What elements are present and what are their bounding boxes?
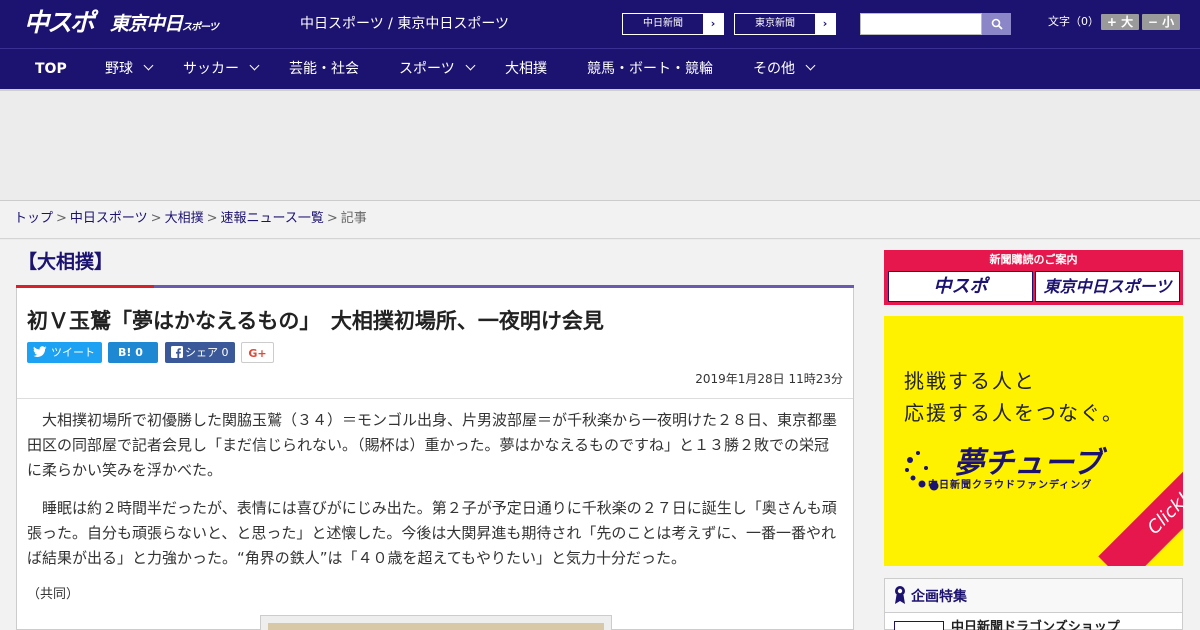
breadcrumb-separator: > <box>150 211 162 226</box>
facebook-icon <box>171 346 183 358</box>
chunichi-shimbun-link[interactable]: 中日新聞 › <box>622 13 724 35</box>
article-date: 2019年1月28日 11時23分 <box>695 372 843 386</box>
banner-click-ribbon: Click! <box>1098 443 1183 566</box>
article-body: 初Ｖ玉鷲「夢はかなえるもの」 大相撲初場所、一夜明け会見 ツイート B! 0 シ… <box>16 288 854 630</box>
article-photo[interactable] <box>260 615 612 630</box>
nav-label: その他 <box>753 61 795 77</box>
breadcrumb-separator: > <box>206 211 218 226</box>
chevron-down-icon <box>249 60 260 71</box>
nav-label: 芸能・社会 <box>289 61 359 77</box>
ad-space <box>0 91 1200 201</box>
tweet-button[interactable]: ツイート <box>27 342 102 363</box>
breadcrumb: トップ > 中日スポーツ > 大相撲 > 速報ニュース一覧 > 記事 <box>0 201 1200 239</box>
tokyo-chunichi-logo[interactable]: 東京中日スポーツ <box>110 10 219 38</box>
breadcrumb-separator: > <box>56 211 67 226</box>
banner-line: 応援する人をつなぐ。 <box>904 401 1124 425</box>
article-credit: （共同） <box>27 587 80 602</box>
chunichi-sports-logo[interactable]: 中スポ <box>24 8 100 38</box>
breadcrumb-link[interactable]: 大相撲 <box>165 211 204 226</box>
nav-label: 野球 <box>105 61 133 77</box>
chevron-right-icon: › <box>703 14 723 34</box>
nav-label: サッカー <box>183 61 239 77</box>
breadcrumb-separator: > <box>326 211 338 226</box>
banner-brand: 夢チューブ <box>954 446 1103 481</box>
nav-item-sports[interactable]: スポーツ <box>399 49 476 89</box>
tokyo-logo-small: スポーツ <box>182 22 219 33</box>
chevron-right-icon: › <box>815 14 835 34</box>
feature-item-link[interactable]: 中日新聞ドラゴンズショップ <box>951 620 1120 630</box>
banner-line: 挑戦する人と <box>904 369 1036 393</box>
nav-item-sumo[interactable]: 大相撲 <box>505 49 547 89</box>
search-button[interactable] <box>982 13 1011 35</box>
breadcrumb-link[interactable]: 中日スポーツ <box>70 211 148 226</box>
subscribe-tokyo-chunichi-button[interactable]: 東京中日スポーツ <box>1035 271 1180 302</box>
chevron-down-icon <box>143 60 154 71</box>
article-title: 初Ｖ玉鷲「夢はかなえるもの」 大相撲初場所、一夜明け会見 <box>27 309 604 333</box>
font-larger-button[interactable]: + 大 <box>1101 14 1139 30</box>
tweet-label: ツイート <box>51 346 95 359</box>
chevron-down-icon <box>805 60 816 71</box>
gplus-label: G+ <box>248 347 267 360</box>
yume-tube-banner[interactable]: 挑戦する人と 応援する人をつなぐ。 夢チューブ 中日新聞クラウドファンディング … <box>884 316 1183 566</box>
search-input[interactable] <box>860 13 982 35</box>
site-header: 中スポ 東京中日スポーツ 中日スポーツ / 東京中日スポーツ 中日新聞 › 東京… <box>0 0 1200 48</box>
feature-thumbnail[interactable] <box>894 621 944 630</box>
site-label: 中日スポーツ / 東京中日スポーツ <box>300 16 510 32</box>
features-box: 企画特集 中日新聞ドラゴンズショップ <box>884 578 1183 630</box>
banner-subtitle: 中日新聞クラウドファンディング <box>928 480 1093 491</box>
nav-item-entertainment[interactable]: 芸能・社会 <box>289 49 359 89</box>
nav-label: TOP <box>35 61 67 77</box>
nav-item-baseball[interactable]: 野球 <box>105 49 154 89</box>
paper-link-label: 中日新聞 <box>643 18 683 29</box>
nav-item-others[interactable]: その他 <box>753 49 816 89</box>
google-plus-button[interactable]: G+ <box>241 342 274 363</box>
article-paragraph: 大相撲初場所で初優勝した関脇玉鷲（３４）＝モンゴル出身、片男波部屋＝が千秋楽から… <box>27 411 838 479</box>
hatena-label: B! 0 <box>118 346 143 359</box>
nav-item-soccer[interactable]: サッカー <box>183 49 260 89</box>
main-nav: TOP 野球 サッカー 芸能・社会 スポーツ 大相撲 競馬・ボート・競輪 その他 <box>0 48 1200 89</box>
nav-label: 競馬・ボート・競輪 <box>587 61 713 77</box>
breadcrumb-link[interactable]: 速報ニュース一覧 <box>221 211 324 226</box>
chevron-down-icon <box>465 60 476 71</box>
divider <box>17 398 853 399</box>
subscription-box: 新聞購読のご案内 中スポ 東京中日スポーツ <box>884 250 1183 305</box>
nav-item-racing[interactable]: 競馬・ボート・競輪 <box>587 49 713 89</box>
nav-label: 大相撲 <box>505 61 547 77</box>
photo-image <box>268 623 604 630</box>
font-smaller-button[interactable]: − 小 <box>1142 14 1180 30</box>
features-title: 企画特集 <box>911 589 967 605</box>
facebook-label: シェア 0 <box>185 346 229 359</box>
twitter-icon <box>33 346 47 357</box>
search-icon <box>991 18 1003 30</box>
ribbon-icon <box>895 586 905 604</box>
subscribe-chusupo-button[interactable]: 中スポ <box>888 271 1033 302</box>
paper-link-label: 東京新聞 <box>755 18 795 29</box>
breadcrumb-link[interactable]: トップ <box>14 211 53 226</box>
breadcrumb-current: 記事 <box>340 211 367 226</box>
subscription-title: 新聞購読のご案内 <box>989 253 1078 266</box>
features-header: 企画特集 <box>885 579 1182 613</box>
nav-item-top[interactable]: TOP <box>35 49 67 89</box>
article-paragraph: 睡眠は約２時間半だったが、表情には喜びがにじみ出た。第２子が予定日通りに千秋楽の… <box>27 499 837 567</box>
tokyo-shimbun-link[interactable]: 東京新聞 › <box>734 13 836 35</box>
font-size-label: 文字（0） <box>1048 15 1099 28</box>
tokyo-logo-text: 東京中日 <box>110 13 183 35</box>
facebook-share-button[interactable]: シェア 0 <box>165 342 235 363</box>
hatena-bookmark-button[interactable]: B! 0 <box>108 342 158 363</box>
nav-label: スポーツ <box>399 61 455 77</box>
article-category: 【大相撲】 <box>18 251 114 273</box>
